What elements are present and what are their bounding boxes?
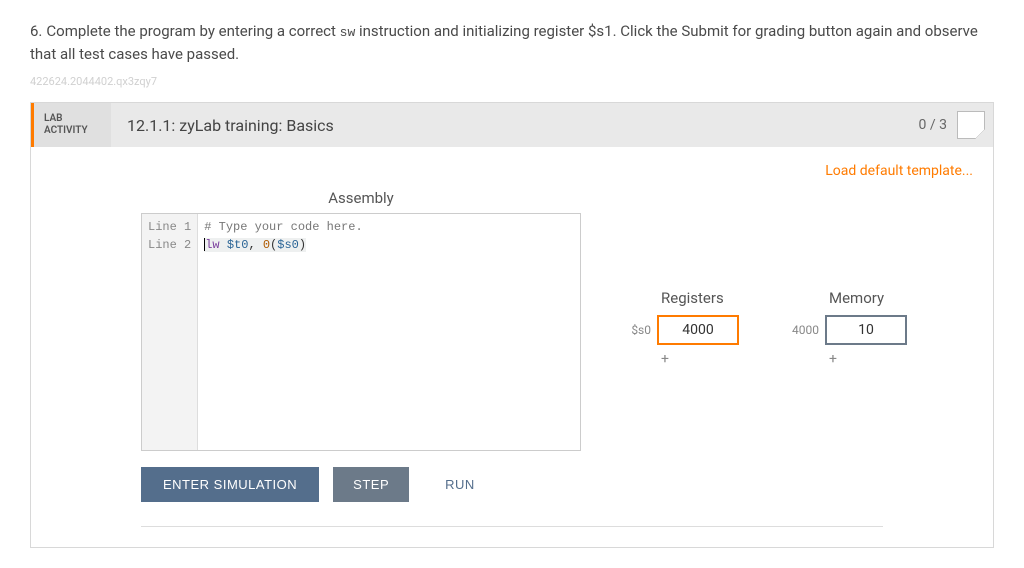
lab-title: 12.1.1: zyLab training: Basics [111, 103, 919, 147]
memory-row: 4000 10 [789, 315, 907, 345]
register-label: $s0 [621, 323, 657, 337]
score-chip-icon [957, 111, 985, 139]
code-sw: sw [340, 25, 356, 40]
load-template-link[interactable]: Load default template... [51, 163, 973, 179]
add-memory-button[interactable]: + [789, 351, 907, 367]
run-button[interactable]: RUN [423, 467, 497, 502]
memory-address: 4000 [789, 323, 825, 337]
code-area[interactable]: # Type your code here. lw $t0, 0($s0) [198, 214, 580, 450]
enter-simulation-button[interactable]: ENTER SIMULATION [141, 467, 319, 502]
lab-activity-container: LAB ACTIVITY 12.1.1: zyLab training: Bas… [30, 102, 994, 548]
register-value[interactable]: 4000 [657, 315, 739, 345]
lab-header: LAB ACTIVITY 12.1.1: zyLab training: Bas… [31, 103, 993, 147]
memory-value[interactable]: 10 [825, 315, 907, 345]
code-gutter: Line 1 Line 2 [142, 214, 198, 450]
lab-tag: LAB ACTIVITY [31, 103, 111, 147]
assembly-heading: Assembly [141, 189, 581, 207]
watermark-id: 422624.2044402.qx3zqy7 [30, 75, 994, 88]
code-editor[interactable]: Line 1 Line 2 # Type your code here. lw … [141, 213, 581, 451]
register-row: $s0 4000 [621, 315, 739, 345]
divider [141, 526, 883, 527]
add-register-button[interactable]: + [621, 351, 739, 367]
memory-panel: Memory 4000 10 + [789, 289, 907, 367]
step-button[interactable]: STEP [333, 467, 409, 502]
memory-title: Memory [789, 289, 907, 307]
registers-title: Registers [621, 289, 739, 307]
instruction-text: 6.Complete the program by entering a cor… [30, 20, 994, 65]
registers-panel: Registers $s0 4000 + [621, 289, 739, 367]
lab-score: 0 / 3 [919, 103, 993, 147]
register-name: $s1 [588, 22, 613, 40]
